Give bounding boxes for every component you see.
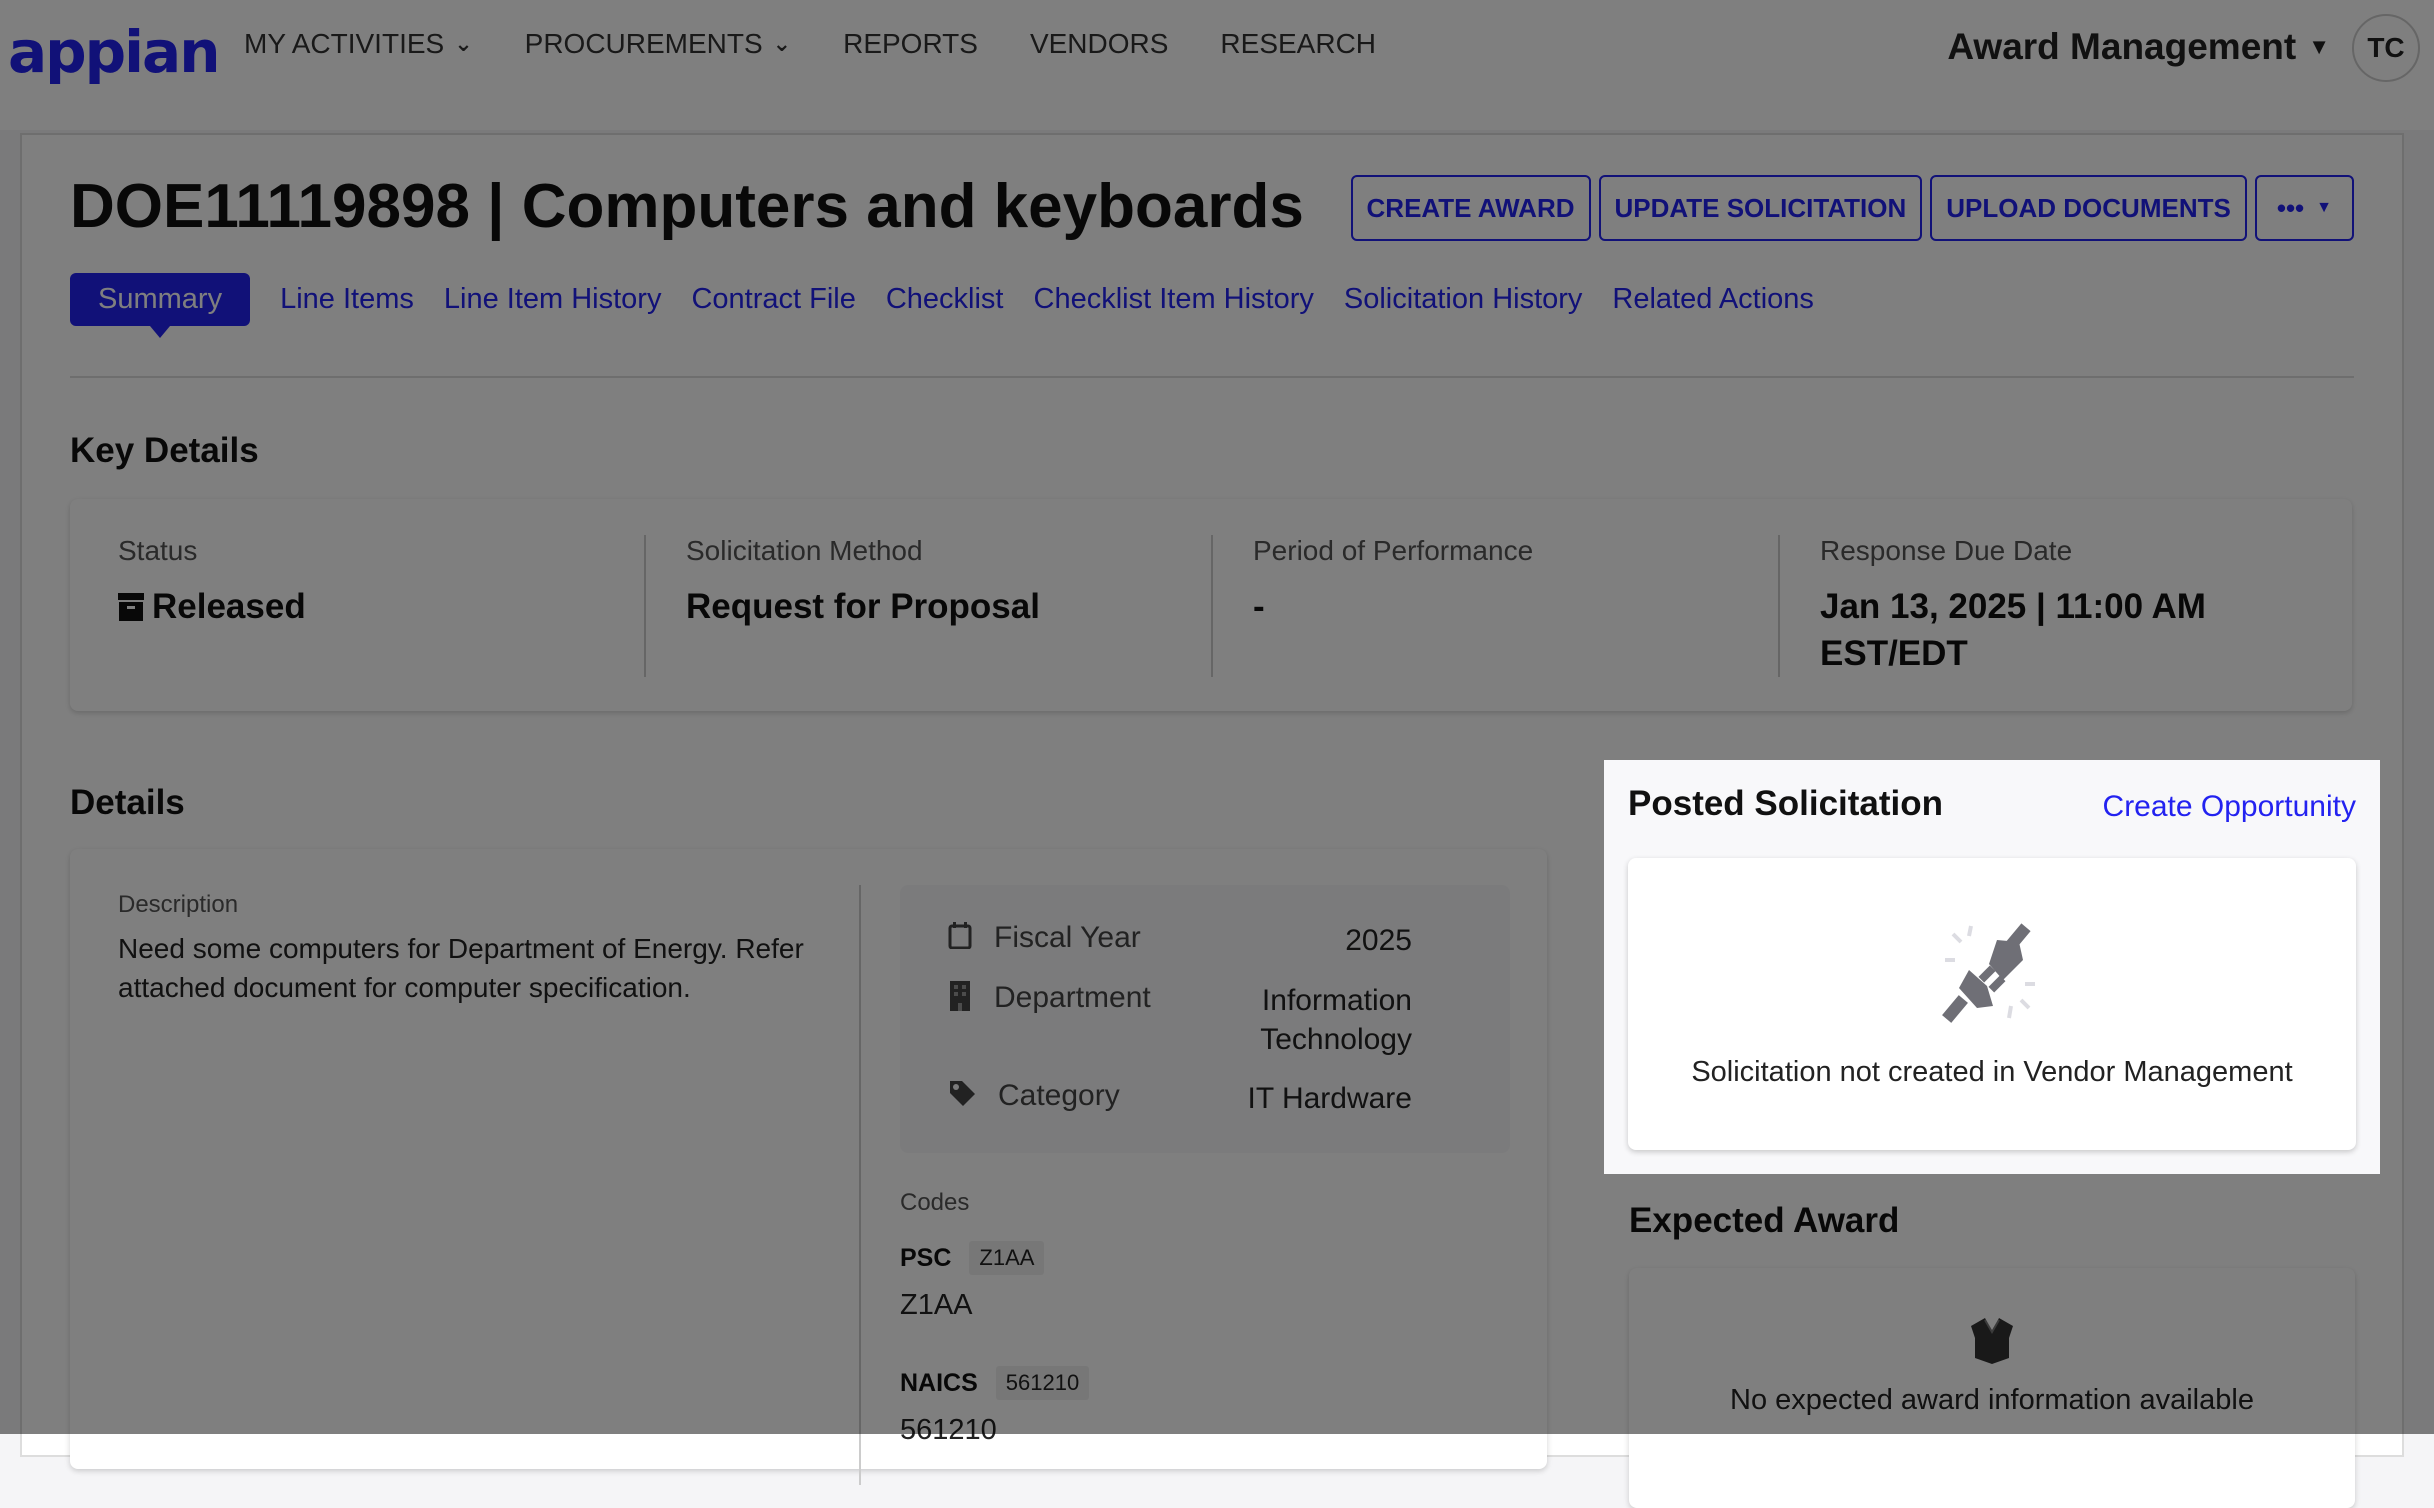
- update-solicitation-button[interactable]: UPDATE SOLICITATION: [1598, 175, 1923, 241]
- column-divider: [1211, 535, 1213, 677]
- psc-value: Z1AA: [900, 1289, 973, 1321]
- create-opportunity-link[interactable]: Create Opportunity: [2103, 790, 2356, 824]
- user-avatar[interactable]: TC: [2352, 14, 2420, 82]
- caret-down-icon: ▼: [2316, 199, 2332, 216]
- tab-contract-file[interactable]: Contract File: [691, 273, 855, 326]
- nav-vendors[interactable]: VENDORS: [1030, 28, 1168, 60]
- chevron-down-icon: ⌄: [772, 31, 792, 56]
- chevron-down-icon: ⌄: [454, 31, 473, 56]
- expected-award-card: No expected award information available: [1629, 1268, 2355, 1508]
- open-box-icon: [1971, 1318, 2013, 1364]
- page-title: DOE11119898 | Computers and keyboards: [70, 172, 1304, 241]
- tabs-divider: [70, 376, 2354, 378]
- tag-icon: [950, 1081, 975, 1106]
- details-card: Description Need some computers for Depa…: [70, 849, 1547, 1485]
- response-due-date-label: Response Due Date: [1820, 535, 2073, 566]
- tab-checklist-item-history[interactable]: Checklist Item History: [1034, 273, 1314, 326]
- caret-down-icon: ▼: [2308, 34, 2330, 59]
- building-icon: [950, 981, 970, 1011]
- nav-label: REPORTS: [843, 28, 978, 59]
- status-field: Status Released: [118, 535, 618, 630]
- period-of-performance-value: -: [1253, 587, 1265, 626]
- tab-line-items[interactable]: Line Items: [280, 273, 414, 326]
- nav-my-activities[interactable]: MY ACTIVITIES ⌄: [244, 28, 473, 60]
- nav-research[interactable]: RESEARCH: [1220, 28, 1376, 60]
- naics-key: NAICS: [900, 1368, 978, 1397]
- codes-label: Codes: [900, 1189, 970, 1216]
- app-switcher[interactable]: Award Management ▼: [1947, 26, 2330, 68]
- column-divider: [1778, 535, 1780, 677]
- nav-label: VENDORS: [1029, 28, 1169, 59]
- naics-value: 561210: [900, 1414, 997, 1446]
- fiscal-year-value: 2025: [1345, 924, 1412, 957]
- key-details-heading: Key Details: [70, 431, 259, 470]
- posted-solicitation-card: Solicitation not created in Vendor Manag…: [1628, 858, 2356, 1150]
- solicitation-method-field: Solicitation Method Request for Proposal: [686, 535, 1186, 630]
- posted-solicitation-empty-message: Solicitation not created in Vendor Manag…: [1691, 1056, 2293, 1088]
- description-block: Description Need some computers for Depa…: [118, 891, 838, 1007]
- department-label: Department: [994, 981, 1151, 1014]
- period-of-performance-label: Period of Performance: [1253, 535, 1534, 566]
- tab-checklist[interactable]: Checklist: [886, 273, 1004, 326]
- department-value: Information Technology: [1260, 984, 1412, 1056]
- appian-logo[interactable]: appian: [8, 18, 220, 86]
- department-row: Department Information Technology: [948, 981, 1412, 1059]
- fiscal-year-row: Fiscal Year 2025: [948, 921, 1412, 960]
- category-label: Category: [998, 1079, 1120, 1112]
- main-nav: MY ACTIVITIES ⌄ PROCUREMENTS ⌄ REPORTS V…: [244, 28, 1376, 60]
- status-label: Status: [118, 535, 198, 566]
- app-switcher-label: Award Management: [1947, 26, 2297, 67]
- column-divider: [644, 535, 646, 677]
- tab-related-actions[interactable]: Related Actions: [1612, 273, 1814, 326]
- response-due-date-field: Response Due Date Jan 13, 2025 | 11:00 A…: [1820, 535, 2260, 677]
- naics-code-row: NAICS 561210: [900, 1366, 1500, 1400]
- tab-summary[interactable]: Summary: [70, 273, 251, 338]
- category-value: IT Hardware: [1247, 1082, 1412, 1115]
- psc-key: PSC: [900, 1243, 952, 1272]
- fiscal-year-label: Fiscal Year: [994, 921, 1141, 954]
- status-value: Released: [152, 587, 306, 626]
- top-navigation-bar: appian MY ACTIVITIES ⌄ PROCUREMENTS ⌄ RE…: [0, 0, 2434, 130]
- codes-block: Codes PSC Z1AA Z1AA NAICS 561210 561210: [900, 1189, 1500, 1447]
- upload-documents-button[interactable]: UPLOAD DOCUMENTS: [1930, 175, 2247, 241]
- create-award-button[interactable]: CREATE AWARD: [1350, 175, 1591, 241]
- calendar-icon: [948, 922, 972, 949]
- expected-award-empty-message: No expected award information available: [1730, 1384, 2254, 1416]
- disconnected-plug-icon: [1942, 923, 2035, 1023]
- nav-label: PROCUREMENTS: [524, 28, 763, 59]
- description-label: Description: [118, 891, 239, 918]
- psc-code-row: PSC Z1AA: [900, 1241, 1500, 1275]
- details-heading: Details: [70, 783, 185, 822]
- solicitation-method-value: Request for Proposal: [686, 587, 1040, 626]
- expected-award-heading: Expected Award: [1629, 1201, 1900, 1240]
- nav-procurements[interactable]: PROCUREMENTS ⌄: [525, 28, 791, 60]
- more-actions-button[interactable]: ••• ▼: [2254, 175, 2354, 241]
- tab-solicitation-history[interactable]: Solicitation History: [1344, 273, 1583, 326]
- nav-label: MY ACTIVITIES: [244, 28, 445, 59]
- category-row: Category IT Hardware: [948, 1079, 1412, 1118]
- posted-solicitation-heading: Posted Solicitation: [1628, 784, 1944, 823]
- posted-solicitation-panel: Posted Solicitation Create Opportunity S…: [1604, 760, 2380, 1174]
- description-text: Need some computers for Department of En…: [118, 933, 804, 1003]
- response-due-date-value: Jan 13, 2025 | 11:00 AM EST/EDT: [1820, 587, 2206, 673]
- tab-line-item-history[interactable]: Line Item History: [444, 273, 662, 326]
- record-tabs: Summary Line Items Line Item History Con…: [70, 273, 1814, 338]
- nav-reports[interactable]: REPORTS: [843, 28, 978, 60]
- naics-chip: 561210: [995, 1366, 1090, 1400]
- nav-label: RESEARCH: [1220, 28, 1377, 59]
- solicitation-method-label: Solicitation Method: [686, 535, 923, 566]
- column-divider: [859, 885, 861, 1485]
- period-of-performance-field: Period of Performance -: [1253, 535, 1753, 630]
- ellipsis-icon: •••: [2276, 192, 2305, 223]
- key-details-card: Status Released Solicitation Method Requ…: [70, 499, 2352, 711]
- archive-icon: [118, 592, 144, 621]
- meta-box: Fiscal Year 2025 Department Information …: [900, 885, 1510, 1153]
- psc-chip: Z1AA: [969, 1241, 1045, 1275]
- record-actions: CREATE AWARD UPDATE SOLICITATION UPLOAD …: [1350, 175, 2354, 241]
